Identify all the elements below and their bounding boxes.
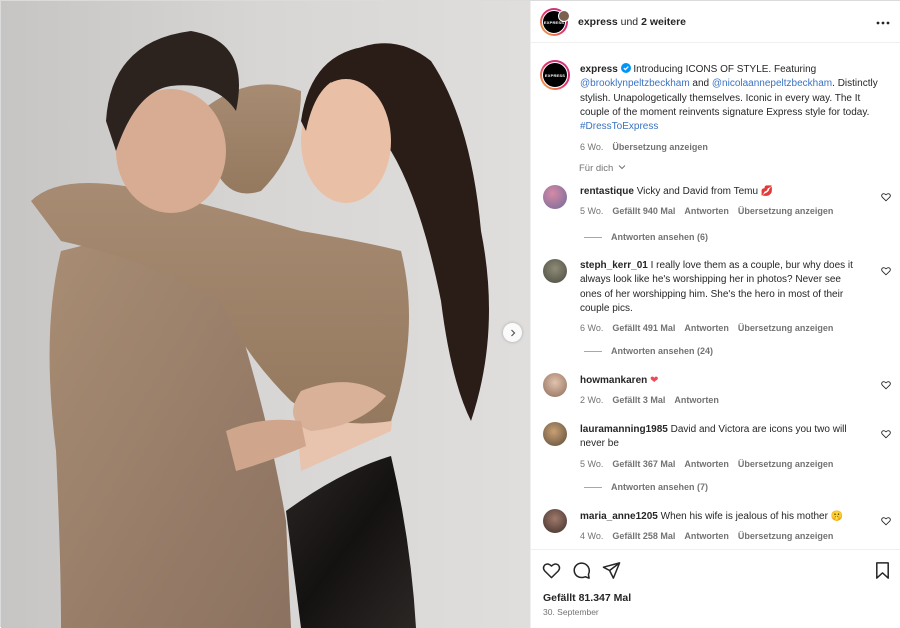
- comment-reply-button[interactable]: Antworten: [684, 459, 729, 469]
- comment-sort-label: Für dich: [579, 163, 614, 174]
- comment: maria_anne1205 When his wife is jealous …: [580, 510, 862, 544]
- caption-username[interactable]: express: [580, 64, 618, 75]
- coauthor-avatar[interactable]: [558, 10, 570, 22]
- comment-username[interactable]: lauramanning1985: [580, 424, 668, 435]
- caption-mention-1[interactable]: @brooklynpeltzbeckham: [580, 78, 690, 89]
- comment-translate-link[interactable]: Übersetzung anzeigen: [738, 323, 834, 333]
- more-options-button[interactable]: [876, 15, 890, 25]
- comment-sort-dropdown[interactable]: Für dich: [579, 163, 626, 174]
- caption-text-1: Introducing ICONS OF STYLE. Featuring: [630, 64, 817, 75]
- post-side-panel: EXPRESS express und 2 weitere EXPRESS ex…: [530, 1, 900, 628]
- heart-icon[interactable]: [881, 192, 891, 202]
- comment-time: 5 Wo.: [580, 458, 604, 469]
- comment-time: 2 Wo.: [580, 395, 604, 406]
- caption-avatar-logo-text: EXPRESS: [544, 72, 566, 78]
- header-username[interactable]: express: [578, 16, 618, 28]
- comment-username[interactable]: rentastique: [580, 186, 634, 197]
- comment-text: When his wife is jealous of his mother: [660, 511, 828, 522]
- heart-icon[interactable]: [881, 380, 891, 390]
- comment-reply-button[interactable]: Antworten: [684, 531, 729, 541]
- caption-hashtag[interactable]: #DressToExpress: [580, 121, 658, 132]
- caption: express Introducing ICONS OF STYLE. Feat…: [580, 63, 890, 155]
- comment-likes[interactable]: Gefällt 258 Mal: [612, 531, 675, 541]
- comment-reply-button[interactable]: Antworten: [684, 206, 729, 216]
- bookmark-icon[interactable]: [873, 561, 892, 580]
- comment-reply-button[interactable]: Antworten: [674, 395, 719, 405]
- comment-meta: 5 Wo. Gefällt 940 Mal Antworten Übersetzung…: [580, 204, 862, 218]
- view-replies-button[interactable]: Antworten ansehen (24): [584, 346, 713, 356]
- view-replies-button[interactable]: Antworten ansehen (7): [584, 482, 708, 492]
- chevron-down-icon: [618, 165, 626, 170]
- header-suffix-others[interactable]: 2 weitere: [641, 16, 686, 28]
- comment-meta: 6 Wo. Gefällt 491 Mal Antworten Übersetzung…: [580, 321, 862, 335]
- comment-avatar[interactable]: [543, 185, 567, 209]
- comment-avatar[interactable]: [543, 373, 567, 397]
- photo-illustration: [1, 1, 530, 628]
- verified-icon: [620, 63, 631, 73]
- more-icon: [876, 21, 890, 25]
- post-likes-count[interactable]: Gefällt 81.347 Mal: [543, 592, 631, 604]
- caption-meta: 6 Wo. Übersetzung anzeigen: [580, 140, 890, 154]
- comment-time: 4 Wo.: [580, 531, 604, 542]
- heart-icon[interactable]: [881, 516, 891, 526]
- comment-likes[interactable]: Gefällt 3 Mal: [612, 395, 665, 405]
- comment-time: 5 Wo.: [580, 206, 604, 217]
- comment-time: 6 Wo.: [580, 323, 604, 334]
- comment: rentastique Vicky and David from Temu 💋 …: [580, 185, 862, 219]
- post-date: 30. September: [543, 607, 599, 617]
- comment-username[interactable]: steph_kerr_01: [580, 260, 648, 271]
- comment-emoji: 🤫: [830, 511, 844, 522]
- share-icon[interactable]: [602, 561, 621, 580]
- comment: howmankaren ❤ 2 Wo. Gefällt 3 Mal Antworte…: [580, 374, 862, 408]
- heart-icon[interactable]: [881, 266, 891, 276]
- comment-meta: 5 Wo. Gefällt 367 Mal Antworten Übersetzung…: [580, 457, 862, 471]
- next-image-button[interactable]: [503, 323, 522, 342]
- comment-avatar[interactable]: [543, 259, 567, 283]
- comment-likes[interactable]: Gefällt 940 Mal: [612, 206, 675, 216]
- post-actions-bar: Gefällt 81.347 Mal 30. September: [531, 549, 900, 628]
- comment-username[interactable]: maria_anne1205: [580, 511, 658, 522]
- comment: steph_kerr_01 I really love them as a co…: [580, 259, 862, 335]
- caption-translate-link[interactable]: Übersetzung anzeigen: [612, 142, 708, 152]
- comment-meta: 4 Wo. Gefällt 258 Mal Antworten Übersetzung…: [580, 529, 862, 543]
- caption-mention-2[interactable]: @nicolaannepeltzbeckham: [712, 78, 832, 89]
- like-heart-icon[interactable]: [542, 561, 561, 580]
- comment-translate-link[interactable]: Übersetzung anzeigen: [738, 206, 834, 216]
- comment-translate-link[interactable]: Übersetzung anzeigen: [738, 459, 834, 469]
- post-photo: [1, 1, 530, 628]
- header-suffix-pre: und: [620, 16, 639, 28]
- comment-icon[interactable]: [572, 561, 591, 580]
- comment-avatar[interactable]: [543, 422, 567, 446]
- post-header: EXPRESS express und 2 weitere: [531, 1, 900, 43]
- comment-reply-button[interactable]: Antworten: [684, 323, 729, 333]
- caption-time: 6 Wo.: [580, 142, 604, 153]
- comment: lauramanning1985 David and Victora are i…: [580, 423, 862, 471]
- comment-text: Vicky and David from Temu: [636, 186, 759, 197]
- comment-meta: 2 Wo. Gefällt 3 Mal Antworten: [580, 393, 862, 407]
- header-authors: express und 2 weitere: [578, 16, 686, 28]
- comment-likes[interactable]: Gefällt 491 Mal: [612, 323, 675, 333]
- comment-emoji: 💋: [760, 186, 774, 197]
- view-replies-button[interactable]: Antworten ansehen (6): [584, 232, 708, 242]
- heart-icon[interactable]: [881, 429, 891, 439]
- chevron-right-icon: [510, 329, 515, 336]
- caption-text-2: and: [689, 78, 712, 90]
- comment-translate-link[interactable]: Übersetzung anzeigen: [738, 531, 834, 541]
- comment-avatar[interactable]: [543, 509, 567, 533]
- comment-emoji: ❤: [650, 375, 659, 386]
- comment-username[interactable]: howmankaren: [580, 375, 647, 386]
- post-dialog: EXPRESS express und 2 weitere EXPRESS ex…: [0, 0, 900, 628]
- comment-likes[interactable]: Gefällt 367 Mal: [612, 459, 675, 469]
- caption-avatar[interactable]: EXPRESS: [542, 62, 568, 88]
